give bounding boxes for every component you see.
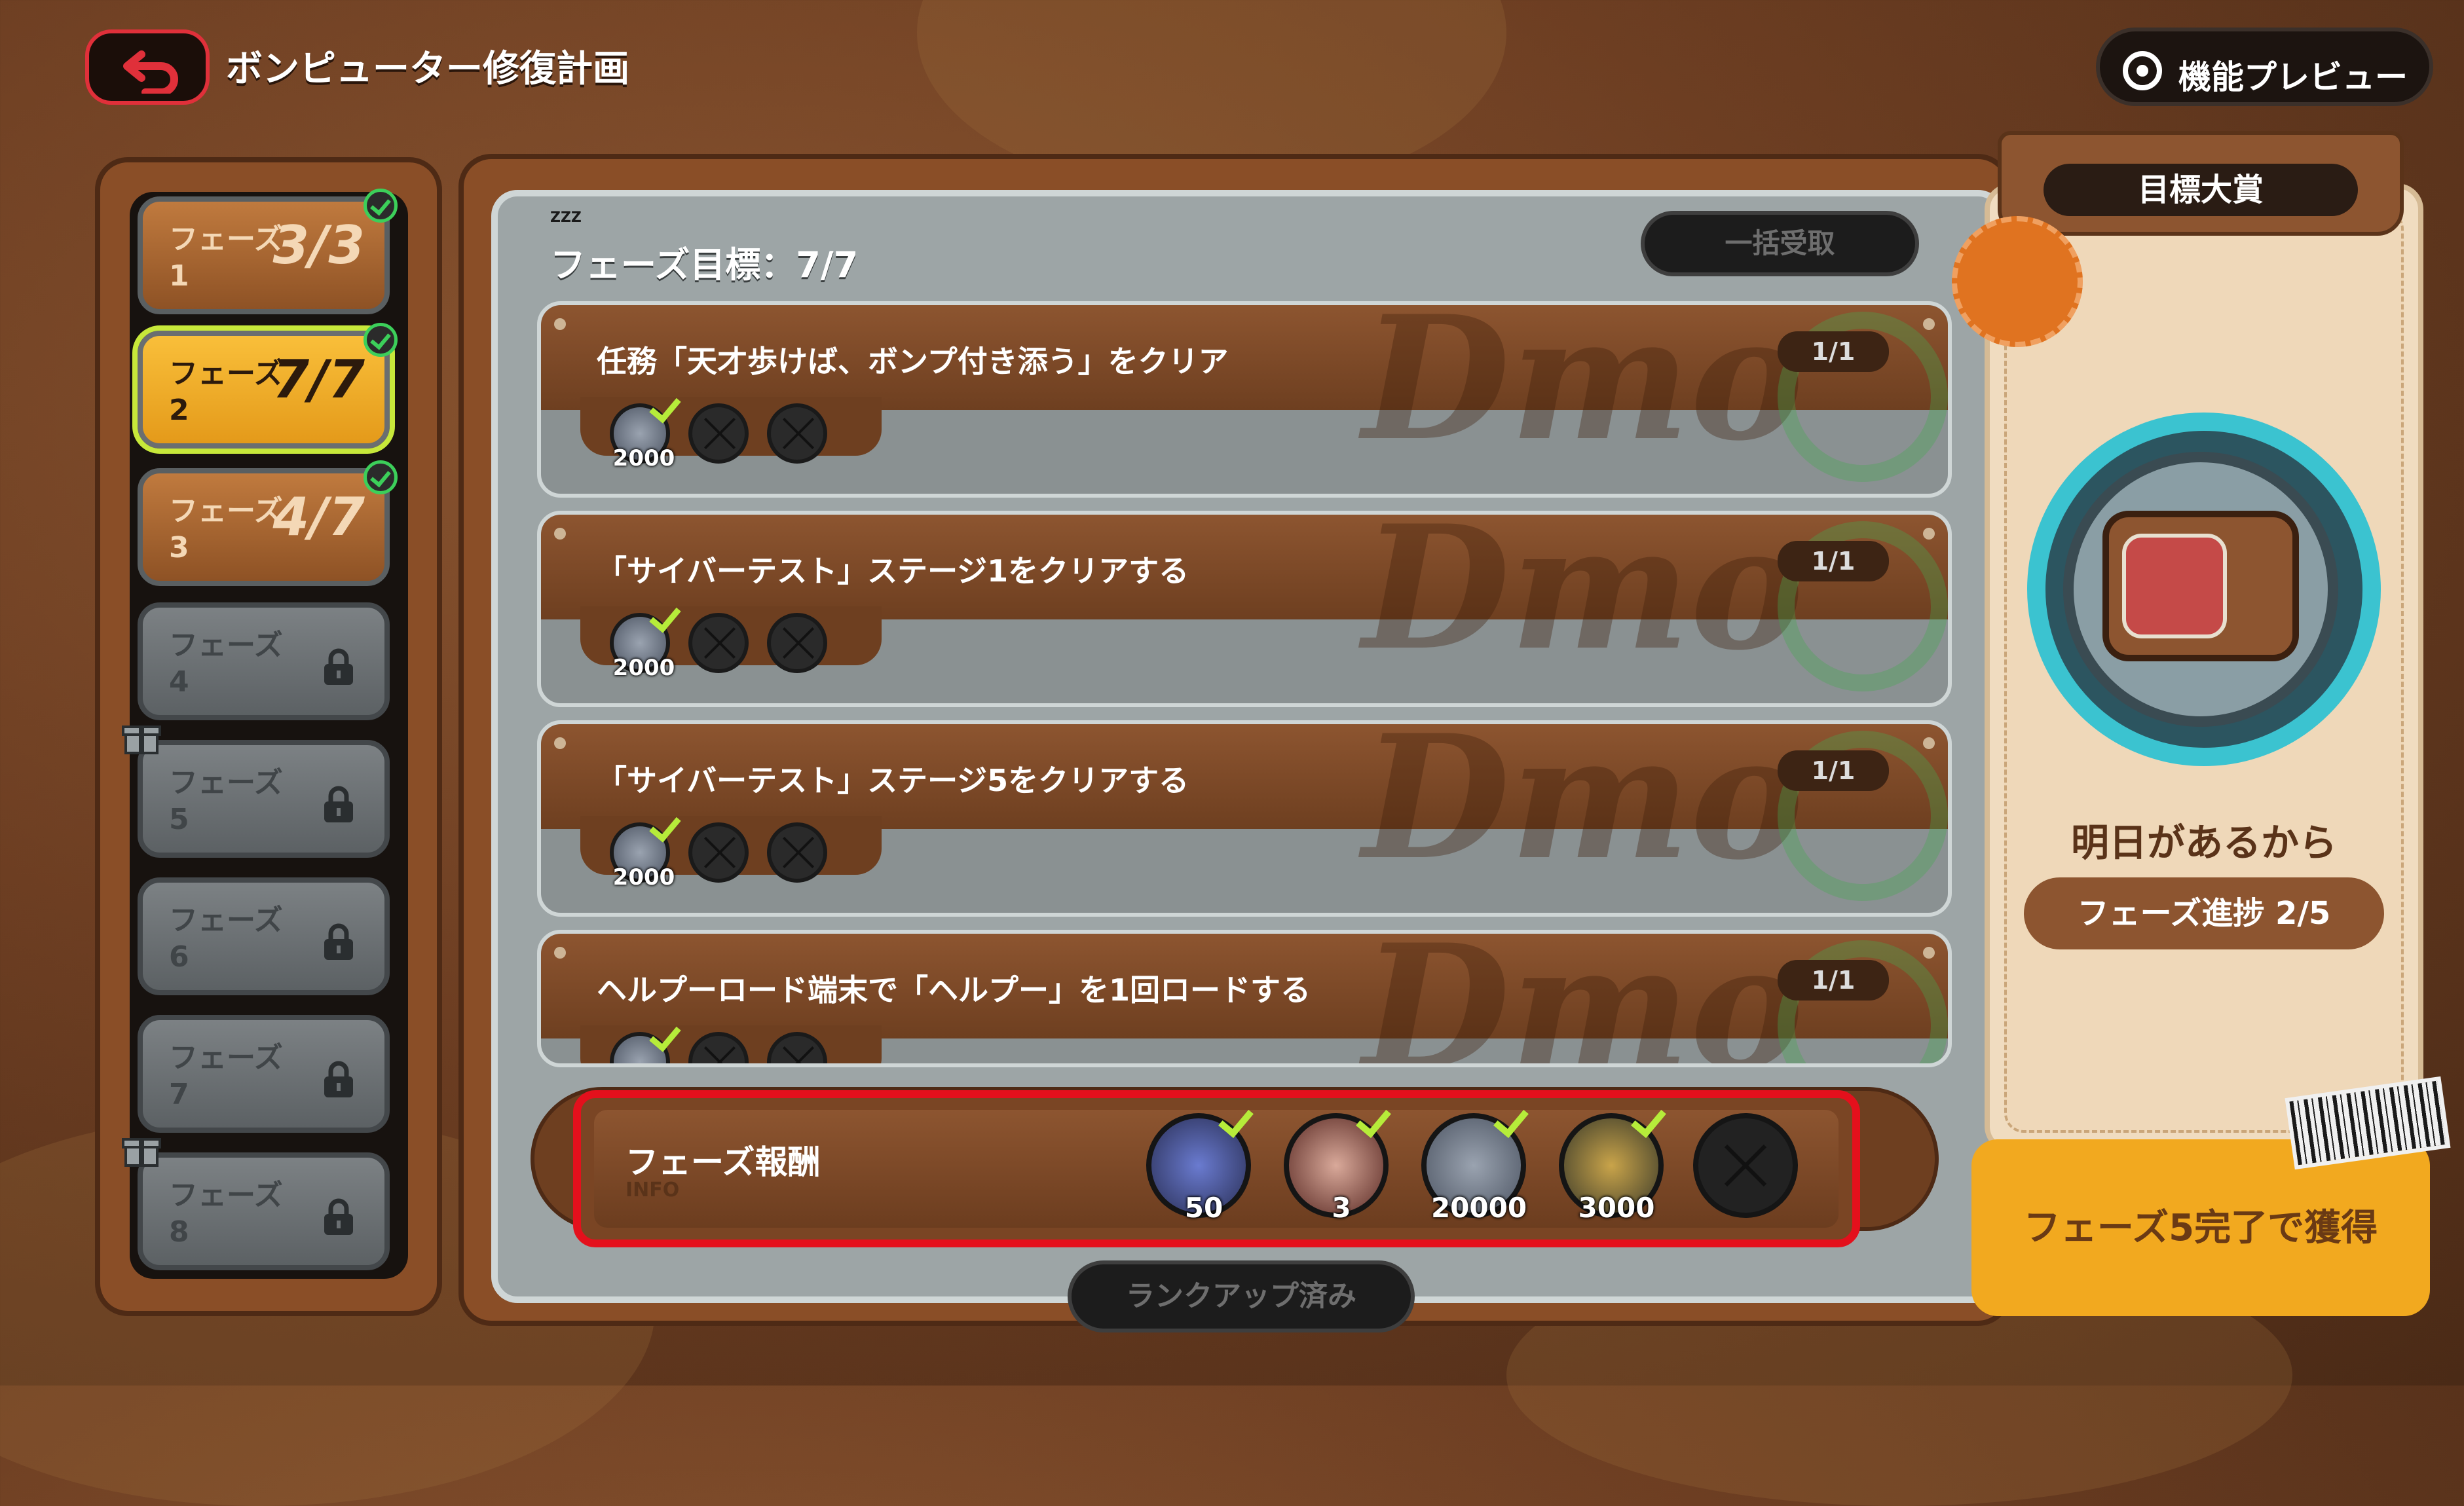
mission-title: 任務「天才歩けば、ボンプ付き添う」をクリア [597, 344, 1229, 379]
reward-amount: 50 [1184, 1192, 1223, 1224]
empty-reward-slot [767, 403, 827, 464]
phase-item-6[interactable]: フェーズ 6 [138, 877, 390, 995]
empty-reward-slot [1693, 1113, 1798, 1218]
reward-amount: 2000 [612, 655, 675, 681]
food-icon[interactable]: 3 [1284, 1101, 1391, 1224]
phase-item-4[interactable]: フェーズ 4 [138, 602, 390, 720]
mission-count: 1/1 [1778, 960, 1889, 1001]
lock-icon [324, 1198, 353, 1235]
lock-icon [324, 923, 353, 960]
dennies-coin-icon: 2000 [610, 809, 681, 891]
ticket-icon[interactable]: 50 [1146, 1101, 1254, 1224]
feature-preview-label: 機能プレビュー [2178, 58, 2408, 96]
empty-reward-slot [767, 822, 827, 883]
empty-reward-slot [688, 822, 749, 883]
gear-material-icon[interactable]: 3000 [1559, 1101, 1666, 1224]
phase-label: フェーズ 4 [169, 629, 283, 699]
mission-title: ヘルプーロード端末で「ヘルプー」を1回ロードする [597, 972, 1311, 1008]
complete-check-icon [364, 189, 398, 223]
preview-icon [2123, 51, 2162, 90]
grand-prize-name: 明日があるから [2070, 820, 2337, 865]
mission-title: 「サイバーテスト」ステージ5をクリアする [597, 763, 1189, 798]
phase-label: フェーズ 1 [169, 223, 283, 293]
mission-count: 1/1 [1778, 750, 1889, 791]
watermark-logo: Dmo [1362, 511, 1804, 688]
phase-reward-info: INFO [625, 1179, 680, 1202]
zzz-logo: ZZZ [550, 210, 582, 226]
watermark-logo: Dmo [1362, 301, 1804, 479]
feature-preview-button[interactable]: 機能プレビュー [2096, 28, 2433, 106]
grand-prize-tab-label: 目標大賞 [2044, 164, 2358, 216]
lock-icon [324, 1061, 353, 1097]
reward-amount: 2000 [612, 864, 675, 891]
back-arrow-icon [123, 50, 178, 94]
empty-reward-slot [688, 403, 749, 464]
empty-reward-slot [767, 613, 827, 673]
phase-item-7[interactable]: フェーズ 7 [138, 1015, 390, 1133]
phase-label: フェーズ 6 [169, 904, 283, 974]
gift-icon [122, 1138, 161, 1167]
skull-sticker-icon [1952, 216, 2083, 347]
watermark-logo: Dmo [1362, 930, 1804, 1067]
rank-up-button[interactable]: ランクアップ済み [1068, 1260, 1415, 1332]
phase-goal-text: フェーズ目標：7/7 [550, 244, 859, 285]
complete-check-icon [364, 460, 398, 494]
reward-amount: 20000 [1430, 1192, 1527, 1224]
phase-label: フェーズ 5 [169, 766, 283, 836]
lock-icon [324, 786, 353, 822]
dennies-coin-icon: 2000 [610, 600, 681, 681]
phase-item-3[interactable]: フェーズ 3 4/7 [138, 460, 398, 586]
dennies-coin-icon: 2000 [610, 390, 681, 471]
gift-icon [122, 725, 161, 754]
phase-label: フェーズ 8 [169, 1179, 283, 1249]
phase-item-8[interactable]: フェーズ 8 [122, 1138, 390, 1270]
empty-reward-slot [688, 613, 749, 673]
page-title: ボンピューター修復計画 [226, 48, 629, 90]
mission-card[interactable]: Dmo 「サイバーテスト」ステージ5をクリアする 1/1 2000 [537, 720, 1952, 917]
radio-screen [2122, 534, 2227, 638]
phase-progress: 3/3 [272, 215, 365, 276]
reward-amount: 3000 [1578, 1192, 1655, 1224]
phase-item-5[interactable]: フェーズ 5 [122, 725, 390, 858]
back-button[interactable] [85, 29, 210, 105]
mission-count: 1/1 [1778, 541, 1889, 581]
phase-progress: 7/7 [272, 349, 365, 410]
phase-label: フェーズ 2 [169, 357, 283, 427]
mission-count: 1/1 [1778, 331, 1889, 372]
phase-item-2[interactable]: フェーズ 2 7/7 [132, 323, 398, 454]
phase-label: フェーズ 3 [169, 494, 283, 564]
dennies-coin-icon[interactable]: 20000 [1421, 1101, 1529, 1224]
reward-amount: 3 [1332, 1192, 1351, 1224]
claim-all-button[interactable]: 一括受取 [1641, 211, 1919, 276]
reward-amount: 2000 [612, 445, 675, 471]
watermark-logo: Dmo [1362, 720, 1804, 898]
mission-card[interactable]: Dmo 「サイバーテスト」ステージ1をクリアする 1/1 2000 [537, 511, 1952, 707]
phase-label: フェーズ 7 [169, 1041, 283, 1111]
mission-card[interactable]: Dmo ヘルプーロード端末で「ヘルプー」を1回ロードする 1/1 [537, 930, 1952, 1067]
phase-reward-title: フェーズ報酬 [625, 1143, 821, 1181]
mission-title: 「サイバーテスト」ステージ1をクリアする [597, 553, 1189, 589]
mission-card[interactable]: Dmo 任務「天才歩けば、ボンプ付き添う」をクリア 1/1 2000 [537, 301, 1952, 498]
phase-item-1[interactable]: フェーズ 1 3/3 [138, 189, 398, 314]
phase-progress: 4/7 [272, 487, 365, 547]
lock-icon [324, 648, 353, 685]
grand-prize-condition: フェーズ5完了で獲得 [2023, 1207, 2378, 1249]
grand-prize-progress: フェーズ進捗 2/5 [2024, 877, 2384, 949]
complete-check-icon [364, 323, 398, 357]
